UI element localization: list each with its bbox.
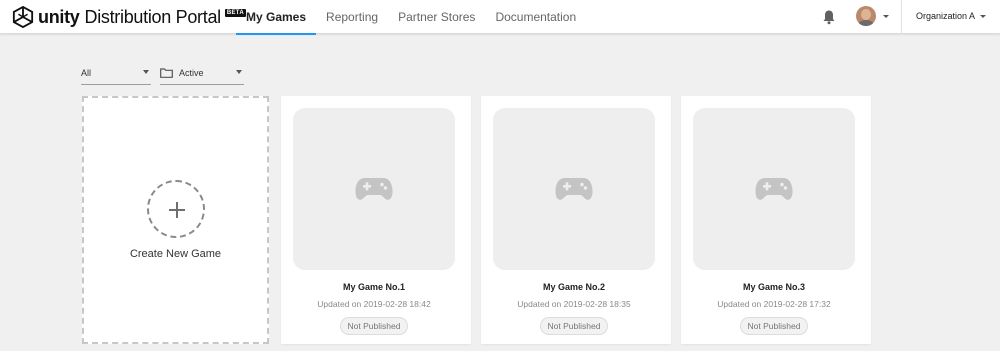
main-nav: My Games Reporting Partner Stores Docume…: [236, 0, 586, 35]
gamepad-icon: [755, 178, 793, 200]
status-badge-wrap: Not Published: [681, 316, 867, 335]
game-thumbnail: [693, 108, 855, 270]
create-new-game-label: Create New Game: [129, 248, 222, 260]
caret-down-icon: [143, 70, 149, 74]
brand-subtitle: Distribution Portal: [84, 6, 222, 27]
brand-word: unity: [38, 6, 80, 27]
tab-documentation[interactable]: Documentation: [485, 0, 586, 34]
game-updated-time: Updated on 2019-02-28 18:42: [317, 299, 431, 309]
game-title[interactable]: My Game No.1: [281, 282, 467, 292]
game-card[interactable]: My Game No.1 Updated on 2019-02-28 18:42…: [281, 96, 471, 344]
status-badge-wrap: Not Published: [481, 316, 667, 335]
avatar-body: [858, 20, 874, 26]
game-card[interactable]: My Game No.3 Updated on 2019-02-28 17:32…: [681, 96, 871, 344]
gamepad-icon: [355, 178, 393, 200]
bell-icon[interactable]: [822, 9, 836, 25]
caret-down-icon: [236, 70, 242, 74]
status-badge: Not Published: [739, 317, 809, 335]
plus-circle-icon: [147, 180, 205, 238]
status-filter-select[interactable]: Active: [160, 62, 244, 85]
folder-icon: [160, 68, 173, 78]
game-title[interactable]: My Game No.3: [681, 282, 867, 292]
game-title[interactable]: My Game No.2: [481, 282, 667, 292]
game-card[interactable]: My Game No.2 Updated on 2019-02-28 18:35…: [481, 96, 671, 344]
platform-filter-select[interactable]: All: [81, 62, 151, 85]
tab-reporting[interactable]: Reporting: [316, 0, 388, 34]
avatar-face: [861, 9, 871, 20]
caret-down-icon[interactable]: [980, 15, 986, 18]
game-thumbnail: [493, 108, 655, 270]
gamepad-icon: [555, 178, 593, 200]
game-thumbnail: [293, 108, 455, 270]
brand-logo[interactable]: unity Distribution Portal BETA: [12, 6, 246, 28]
game-updated-time: Updated on 2019-02-28 18:35: [517, 299, 631, 309]
tab-my-games[interactable]: My Games: [236, 0, 317, 35]
plus-vertical: [176, 202, 178, 218]
tab-partner-stores[interactable]: Partner Stores: [388, 0, 485, 34]
unity-logo-icon: [12, 6, 34, 28]
create-new-game-card[interactable]: Create New Game: [82, 96, 269, 344]
game-updated-time: Updated on 2019-02-28 17:32: [717, 299, 831, 309]
status-badge: Not Published: [539, 317, 609, 335]
caret-down-icon[interactable]: [883, 15, 889, 18]
platform-filter-value: All: [81, 68, 92, 78]
header-divider: [901, 0, 902, 34]
status-badge-wrap: Not Published: [281, 316, 467, 335]
avatar[interactable]: [856, 6, 876, 26]
status-filter-value: Active: [179, 68, 204, 78]
top-bar: unity Distribution Portal BETA My Games …: [0, 0, 1000, 35]
status-badge: Not Published: [339, 317, 409, 335]
organization-selector[interactable]: Organization A: [916, 11, 975, 21]
